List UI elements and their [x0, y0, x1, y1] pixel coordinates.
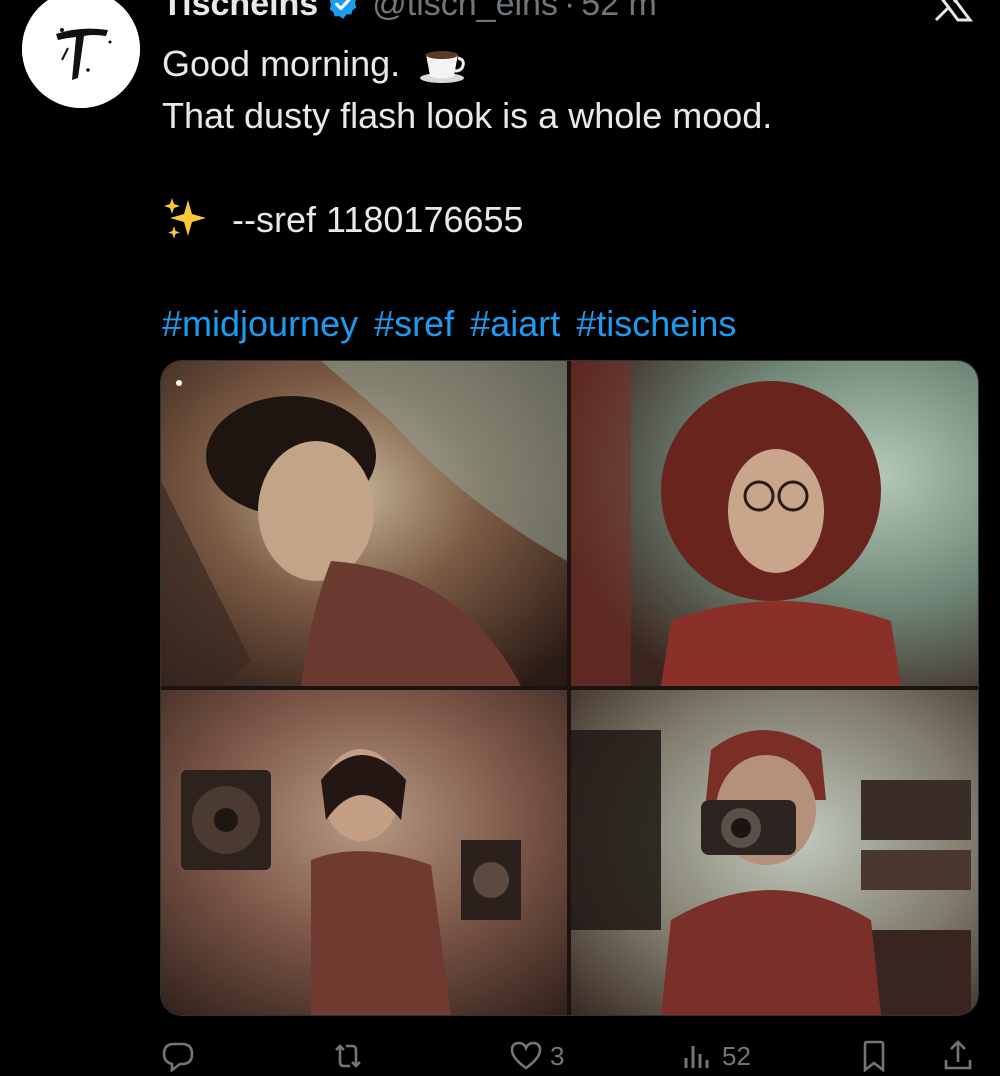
reply-button[interactable] — [160, 1036, 196, 1076]
author-handle[interactable]: @tisch_eins — [372, 0, 558, 24]
x-close-icon[interactable] — [930, 0, 974, 22]
share-icon — [944, 1040, 972, 1070]
reply-icon — [162, 1042, 194, 1073]
hashtag-aiart[interactable]: #aiart — [470, 303, 560, 344]
tweet-line-2: That dusty flash look is a whole mood. — [162, 95, 773, 136]
tweet-line-1: Good morning. — [162, 38, 962, 90]
views-button[interactable]: 52 — [680, 1036, 751, 1076]
views-icon — [684, 1046, 709, 1068]
tweet-header: Tischeins @tisch_eins · 52 m — [162, 0, 657, 26]
author-avatar[interactable] — [22, 0, 140, 108]
repost-icon — [335, 1044, 361, 1068]
share-button[interactable] — [940, 1036, 976, 1076]
tweet-spacer-1 — [162, 142, 962, 194]
like-count: 3 — [550, 1040, 565, 1071]
verified-badge-icon — [326, 0, 360, 21]
tweet-spacer-2 — [162, 246, 962, 298]
display-name[interactable]: Tischeins — [162, 0, 318, 24]
tweet-line-sref: --sref 1180176655 — [162, 194, 962, 246]
bookmark-button[interactable] — [856, 1036, 892, 1076]
sref-code: --sref 1180176655 — [232, 199, 524, 240]
tweet-action-bar: 3 52 — [160, 1036, 980, 1076]
sparkles-emoji-icon — [162, 196, 210, 242]
hashtag-list: #midjourney #sref #aiart #tischeins — [162, 298, 962, 350]
bookmark-icon — [863, 1040, 885, 1073]
media-grid — [160, 360, 979, 1016]
coffee-cup-emoji-icon — [418, 44, 468, 84]
view-count: 52 — [722, 1040, 751, 1071]
greeting-text: Good morning. — [162, 43, 401, 84]
repost-button[interactable] — [330, 1036, 366, 1076]
avatar-logo — [22, 0, 140, 108]
photo-1[interactable] — [161, 361, 567, 686]
hashtag-sref[interactable]: #sref — [374, 303, 454, 344]
photo-4[interactable] — [571, 690, 978, 1015]
photo-2[interactable] — [571, 361, 978, 686]
photo-3[interactable] — [161, 690, 567, 1015]
post-time[interactable]: 52 m — [581, 0, 657, 24]
heart-icon — [510, 1041, 542, 1070]
hashtag-midjourney[interactable]: #midjourney — [162, 303, 358, 344]
hashtag-tischeins[interactable]: #tischeins — [576, 303, 736, 344]
time-separator: · — [563, 0, 576, 23]
like-button[interactable]: 3 — [508, 1036, 564, 1076]
tweet-text: Good morning. That dusty flash look is a… — [162, 38, 962, 350]
